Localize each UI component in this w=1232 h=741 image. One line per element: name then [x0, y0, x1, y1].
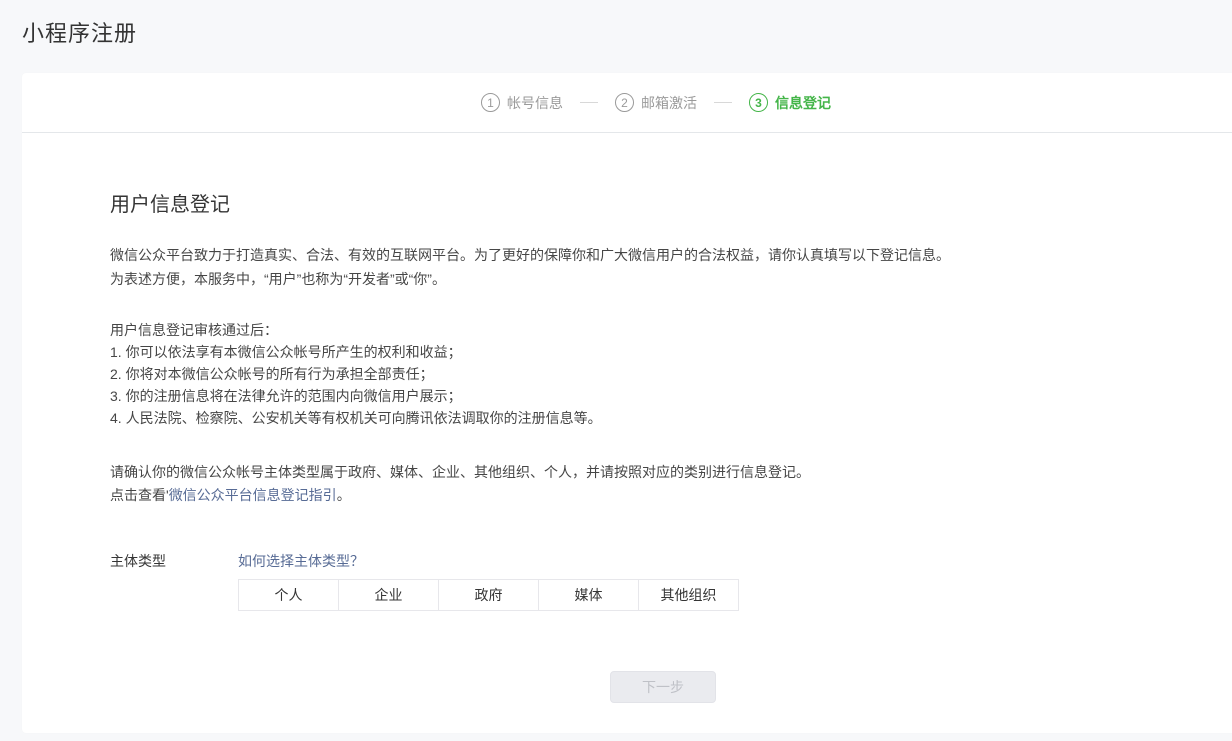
step-2-circle-icon: 2 [615, 93, 634, 112]
registration-guide-link[interactable]: 微信公众平台信息登记指引 [169, 487, 337, 503]
step-3-circle-icon: 3 [749, 93, 768, 112]
intro-line-1: 微信公众平台致力于打造真实、合法、有效的互联网平台。为了更好的保障你和广大微信用… [110, 243, 1232, 267]
page-title: 小程序注册 [22, 16, 137, 48]
confirm-line: 请确认你的微信公众帐号主体类型属于政府、媒体、企业、其他组织、个人，并请按照对应… [110, 461, 1232, 484]
step-1-label: 帐号信息 [507, 93, 563, 113]
entity-type-help-link[interactable]: 如何选择主体类型？ [238, 551, 364, 571]
review-item-2: 2. 你将对本微信公众帐号的所有行为承担全部责任； [110, 363, 1232, 385]
step-email-activation: 2 邮箱激活 [615, 93, 697, 113]
tab-government[interactable]: 政府 [438, 579, 539, 611]
registration-form-body: 用户信息登记 微信公众平台致力于打造真实、合法、有效的互联网平台。为了更好的保障… [22, 133, 1232, 703]
step-account-info: 1 帐号信息 [481, 93, 563, 113]
step-dash-icon [714, 102, 732, 104]
guide-suffix: 。 [337, 487, 351, 503]
next-step-button[interactable]: 下一步 [610, 671, 716, 703]
step-dash-icon [580, 102, 598, 104]
step-2-label: 邮箱激活 [641, 93, 697, 113]
review-title: 用户信息登记审核通过后： [110, 319, 1232, 341]
step-1-circle-icon: 1 [481, 93, 500, 112]
steps-header: 1 帐号信息 2 邮箱激活 3 信息登记 [22, 73, 1232, 133]
review-item-3: 3. 你的注册信息将在法律允许的范围内向微信用户展示； [110, 385, 1232, 407]
review-rules-block: 用户信息登记审核通过后： 1. 你可以依法享有本微信公众帐号所产生的权利和收益；… [110, 319, 1232, 429]
entity-type-label: 主体类型 [110, 551, 238, 571]
intro-paragraph: 微信公众平台致力于打造真实、合法、有效的互联网平台。为了更好的保障你和广大微信用… [110, 243, 1232, 291]
tab-enterprise[interactable]: 企业 [338, 579, 439, 611]
review-item-4: 4. 人民法院、检察院、公安机关等有权机关可向腾讯依法调取你的注册信息等。 [110, 407, 1232, 429]
review-item-1: 1. 你可以依法享有本微信公众帐号所产生的权利和收益； [110, 341, 1232, 363]
step-info-registration: 3 信息登记 [749, 93, 831, 113]
tab-media[interactable]: 媒体 [538, 579, 639, 611]
section-heading: 用户信息登记 [110, 191, 1232, 219]
mini-program-registration-page: 小程序注册 1 帐号信息 2 邮箱激活 3 信息登记 [0, 0, 1232, 741]
confirm-block: 请确认你的微信公众帐号主体类型属于政府、媒体、企业、其他组织、个人，并请按照对应… [110, 461, 1232, 507]
entity-type-row: 主体类型 如何选择主体类型？ [110, 551, 1232, 571]
guide-line: 点击查看'微信公众平台信息登记指引。 [110, 484, 1232, 507]
entity-type-tabs: 个人 企业 政府 媒体 其他组织 [238, 579, 1232, 611]
tab-individual[interactable]: 个人 [238, 579, 339, 611]
guide-prefix: 点击查看' [110, 487, 169, 503]
tab-other-organization[interactable]: 其他组织 [638, 579, 739, 611]
step-3-label: 信息登记 [775, 93, 831, 113]
intro-line-2: 为表述方便，本服务中，“用户”也称为“开发者”或“你”。 [110, 267, 1232, 291]
step-indicator: 1 帐号信息 2 邮箱激活 3 信息登记 [481, 93, 831, 113]
registration-card: 1 帐号信息 2 邮箱激活 3 信息登记 用户信息登记 微信公众平台致力于打造真… [22, 73, 1232, 733]
